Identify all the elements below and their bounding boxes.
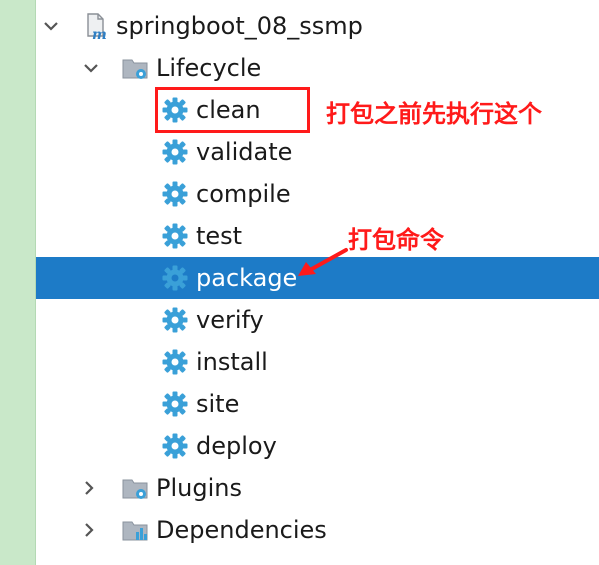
chevron-down-icon[interactable]	[42, 17, 60, 35]
lifecycle-label: Lifecycle	[156, 54, 262, 82]
dependencies-label: Dependencies	[156, 516, 327, 544]
gear-icon	[160, 305, 190, 335]
folder-gear-icon	[120, 53, 150, 83]
gear-icon	[160, 263, 190, 293]
goal-label: test	[196, 222, 243, 250]
goal-label: deploy	[196, 432, 277, 460]
clean-highlight-box	[155, 87, 310, 133]
goal-label: site	[196, 390, 240, 418]
tree-node-project[interactable]: m springboot_08_ssmp	[36, 5, 599, 47]
gear-icon	[160, 137, 190, 167]
clean-annotation: 打包之前先执行这个	[326, 100, 542, 128]
tree-node-plugins[interactable]: Plugins	[36, 467, 599, 509]
goal-compile[interactable]: compile	[36, 173, 599, 215]
arrow-icon	[298, 248, 348, 276]
goal-label: validate	[196, 138, 293, 166]
goal-install[interactable]: install	[36, 341, 599, 383]
goal-validate[interactable]: validate	[36, 131, 599, 173]
chevron-right-icon[interactable]	[80, 521, 98, 539]
gear-icon	[160, 221, 190, 251]
goal-label: compile	[196, 180, 291, 208]
dependencies-icon	[120, 515, 150, 545]
tree-node-lifecycle[interactable]: Lifecycle	[36, 47, 599, 89]
package-annotation: 打包命令	[348, 226, 444, 254]
goal-verify[interactable]: verify	[36, 299, 599, 341]
svg-text:m: m	[92, 27, 107, 40]
gear-icon	[160, 179, 190, 209]
project-name: springboot_08_ssmp	[116, 12, 363, 40]
gear-icon	[160, 347, 190, 377]
tree-node-dependencies[interactable]: Dependencies	[36, 509, 599, 551]
goal-site[interactable]: site	[36, 383, 599, 425]
plugins-label: Plugins	[156, 474, 242, 502]
chevron-right-icon[interactable]	[80, 479, 98, 497]
maven-project-icon: m	[80, 11, 110, 41]
chevron-down-icon[interactable]	[82, 59, 100, 77]
folder-gear-icon	[120, 473, 150, 503]
gear-icon	[160, 389, 190, 419]
goal-label: install	[196, 348, 268, 376]
gear-icon	[160, 431, 190, 461]
left-gutter	[0, 0, 36, 565]
goal-deploy[interactable]: deploy	[36, 425, 599, 467]
goal-label: package	[196, 264, 298, 292]
goal-label: verify	[196, 306, 264, 334]
